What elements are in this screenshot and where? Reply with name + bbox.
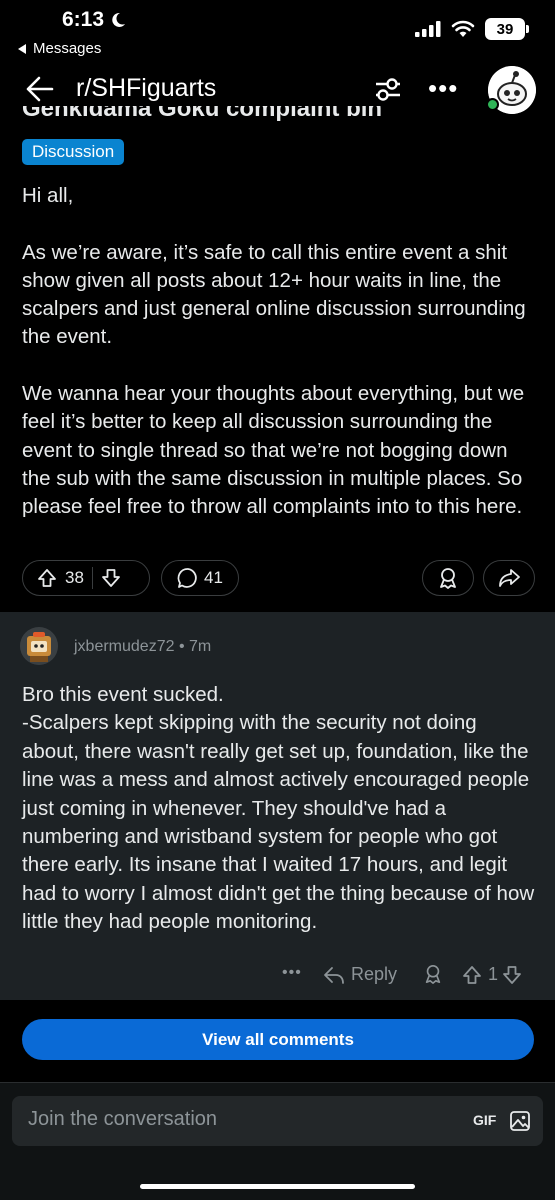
comment-count: 41: [204, 568, 223, 587]
upvote-icon[interactable]: [37, 568, 57, 588]
post-flair[interactable]: Discussion: [22, 139, 125, 165]
comment-meta: jxbermudez72 • 7m: [74, 638, 211, 656]
join-conversation-placeholder: Join the conversation: [28, 1108, 218, 1130]
battery-indicator: 39: [485, 18, 529, 40]
comment-score: 1: [488, 964, 499, 984]
moon-icon: [112, 12, 126, 27]
reply-button[interactable]: Reply: [323, 964, 397, 985]
award-button[interactable]: [422, 560, 474, 596]
comments-button[interactable]: 41: [161, 560, 239, 596]
comment-award-icon[interactable]: [423, 964, 443, 984]
status-indicators: 39: [415, 18, 529, 40]
back-triangle-icon: [18, 43, 26, 54]
comment-vote-bar: 1: [462, 964, 522, 985]
comment-more-icon[interactable]: •••: [282, 964, 302, 982]
subreddit-title[interactable]: r/SHFiguarts: [76, 74, 216, 103]
comment-body: Bro this event sucked. -Scalpers kept sk…: [22, 683, 535, 934]
comment-time: 7m: [189, 638, 212, 655]
share-icon: [498, 567, 520, 589]
gif-button[interactable]: GIF: [473, 1112, 496, 1128]
vote-separator: [91, 567, 93, 589]
online-status-dot: [486, 98, 499, 111]
more-options-icon[interactable]: •••: [428, 75, 458, 101]
post-body: Hi all, As we’re aware, it’s safe to cal…: [22, 184, 526, 519]
back-to-messages[interactable]: Messages: [18, 40, 101, 57]
post-title-partial: Genkidama Goku complaint bin: [22, 106, 383, 122]
filter-sliders-icon[interactable]: [374, 74, 402, 104]
speech-bubble-icon: [177, 567, 199, 589]
share-button[interactable]: [483, 560, 535, 596]
section-divider: [0, 604, 555, 612]
comment-username[interactable]: jxbermudez72: [74, 638, 175, 655]
image-icon[interactable]: [509, 1110, 531, 1132]
back-arrow-icon[interactable]: [26, 76, 54, 102]
post-score: 38: [65, 568, 84, 587]
wifi-icon: [451, 20, 475, 37]
signal-icon: [415, 21, 441, 37]
comment-downvote-icon[interactable]: [502, 965, 522, 985]
meta-dot: •: [178, 638, 189, 655]
home-indicator[interactable]: [140, 1184, 415, 1189]
view-all-comments-button[interactable]: View all comments: [22, 1019, 534, 1060]
award-icon: [437, 567, 459, 589]
status-time: 6:13: [62, 8, 126, 32]
downvote-icon[interactable]: [101, 568, 121, 588]
commenter-avatar[interactable]: [20, 627, 58, 665]
comment-upvote-icon[interactable]: [462, 965, 482, 985]
reply-arrow-icon: [324, 966, 344, 984]
post-vote-bar: 38: [22, 560, 150, 596]
